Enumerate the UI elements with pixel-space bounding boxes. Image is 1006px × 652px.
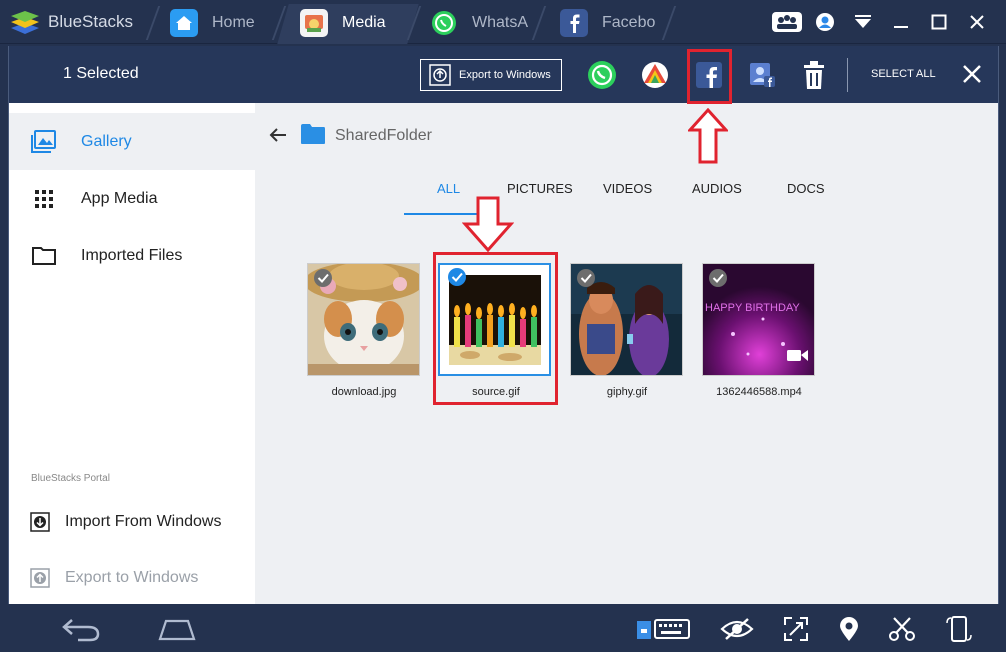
import-label: Import From Windows xyxy=(65,513,222,530)
up-arrow-annotation-icon xyxy=(688,108,728,164)
unchecked-circle-icon[interactable] xyxy=(314,269,332,287)
home-nav-icon[interactable] xyxy=(158,616,196,642)
tab-all[interactable]: ALL xyxy=(437,181,460,196)
whatsapp-icon xyxy=(430,9,458,37)
export-icon xyxy=(30,568,50,588)
tab-separator xyxy=(661,6,677,40)
share-google-photos-icon[interactable] xyxy=(639,59,671,91)
export-button-label: Export to Windows xyxy=(459,69,551,81)
toolbar-divider xyxy=(847,58,848,92)
import-from-windows-button[interactable]: Import From Windows xyxy=(9,500,256,544)
location-icon[interactable] xyxy=(838,616,860,642)
folder-name: SharedFolder xyxy=(335,127,432,144)
tab-label: WhatsA xyxy=(472,14,529,31)
export-icon xyxy=(429,64,451,86)
back-icon[interactable] xyxy=(60,616,102,642)
birthday-text: HAPPY BIRTHDAY xyxy=(705,302,800,314)
tab-media[interactable]: Media xyxy=(288,5,386,41)
account-icon[interactable] xyxy=(806,8,844,36)
sidebar-item-label: Imported Files xyxy=(81,246,183,264)
sidebar-item-label: Gallery xyxy=(81,132,132,150)
sidebar-item-label: App Media xyxy=(81,189,158,207)
menu-dropdown-icon[interactable] xyxy=(844,8,882,36)
selected-count: 1 Selected xyxy=(63,65,139,82)
media-thumbnail-giphy[interactable] xyxy=(570,263,683,376)
tab-whatsapp[interactable]: WhatsA xyxy=(418,5,528,41)
facebook-highlight-box xyxy=(687,49,732,104)
tab-label: Facebo xyxy=(602,14,656,31)
file-highlight-box xyxy=(433,252,558,405)
facebook-icon xyxy=(560,9,588,37)
import-icon xyxy=(30,512,50,532)
bluestacks-logo-icon xyxy=(11,11,39,34)
share-whatsapp-icon[interactable] xyxy=(586,59,618,91)
export-label: Export to Windows xyxy=(65,569,199,586)
media-thumbnail-video[interactable]: HAPPY BIRTHDAY xyxy=(702,263,815,376)
tab-facebook[interactable]: Facebo xyxy=(548,5,655,41)
maximize-icon[interactable] xyxy=(920,8,958,36)
file-name: 1362446588.mp4 xyxy=(716,386,802,398)
app-title: BlueStacks xyxy=(48,12,134,31)
tab-videos[interactable]: VIDEOS xyxy=(603,181,652,196)
tab-label: Home xyxy=(212,14,255,31)
export-to-windows-button[interactable]: Export to Windows xyxy=(420,59,562,91)
bluestacks-window: BlueStacks Home Media WhatsA Facebo 1 Se… xyxy=(0,0,1006,652)
sidebar-item-app-media[interactable]: App Media xyxy=(9,170,256,227)
tab-separator xyxy=(531,6,547,40)
media-thumbnail-download[interactable] xyxy=(307,263,420,376)
media-content: SharedFolder ALL PICTURES VIDEOS AUDIOS … xyxy=(255,103,999,604)
minimize-icon[interactable] xyxy=(882,8,920,36)
tab-pictures[interactable]: PICTURES xyxy=(507,181,573,196)
down-arrow-annotation-icon xyxy=(462,196,514,252)
close-selection-icon[interactable] xyxy=(959,61,985,87)
sidebar-item-gallery[interactable]: Gallery xyxy=(9,113,256,170)
title-bar: BlueStacks Home Media WhatsA Facebo xyxy=(0,0,1006,44)
selection-toolbar: 1 Selected Export to Windows SELECT ALL xyxy=(8,46,999,103)
sidebar-item-imported-files[interactable]: Imported Files xyxy=(9,227,256,284)
scissors-icon[interactable] xyxy=(888,616,916,642)
visibility-off-icon[interactable] xyxy=(720,616,754,642)
phone-rotate-icon[interactable] xyxy=(944,616,974,642)
android-nav-bar xyxy=(0,604,1006,652)
folder-icon xyxy=(301,124,325,144)
portal-section-label: BlueStacks Portal xyxy=(31,473,110,484)
grid-icon xyxy=(35,189,53,208)
window-controls xyxy=(768,8,996,36)
tab-label: Media xyxy=(342,14,386,31)
folder-icon xyxy=(32,246,56,265)
select-all-button[interactable]: SELECT ALL xyxy=(871,68,936,80)
file-name: download.jpg xyxy=(331,386,397,398)
fullscreen-icon[interactable] xyxy=(783,616,809,642)
media-manager-icon xyxy=(300,9,328,37)
brand: BlueStacks xyxy=(10,8,133,36)
tab-audios[interactable]: AUDIOS xyxy=(692,181,742,196)
delete-icon[interactable] xyxy=(798,59,830,91)
close-window-icon[interactable] xyxy=(958,8,996,36)
multi-instance-icon[interactable] xyxy=(768,8,806,36)
unchecked-circle-icon[interactable] xyxy=(709,269,727,287)
keyboard-icon[interactable] xyxy=(637,616,691,642)
share-facebook-pages-icon[interactable] xyxy=(746,59,778,91)
back-arrow-icon[interactable] xyxy=(268,125,288,145)
gallery-icon xyxy=(31,129,56,153)
sidebar: Gallery App Media Imported Files BlueSta… xyxy=(8,103,256,604)
home-icon xyxy=(170,9,198,37)
tab-home[interactable]: Home xyxy=(158,5,255,41)
tab-docs[interactable]: DOCS xyxy=(787,181,825,196)
export-to-windows-sidebar-button[interactable]: Export to Windows xyxy=(9,556,256,600)
unchecked-circle-icon[interactable] xyxy=(577,269,595,287)
file-name: giphy.gif xyxy=(606,386,648,398)
